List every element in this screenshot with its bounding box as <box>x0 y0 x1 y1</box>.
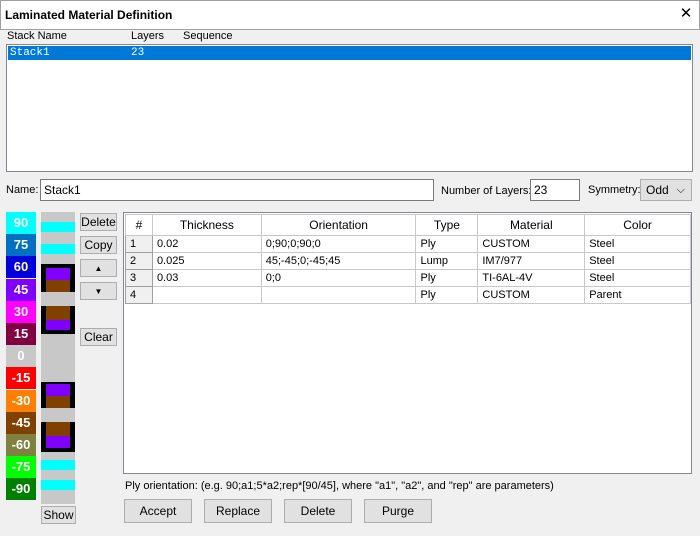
grid-col-number[interactable]: # <box>125 214 153 236</box>
legend-swatch: 75 <box>6 234 36 257</box>
sequence-layer <box>41 222 75 232</box>
legend-swatch: 30 <box>6 300 36 323</box>
row-number[interactable]: 3 <box>125 269 153 287</box>
cell-orientation[interactable]: 0;90;0;90;0 <box>260 235 417 253</box>
legend-swatch: -60 <box>6 434 36 456</box>
sequence-layer <box>41 254 75 264</box>
grid-col-orientation[interactable]: Orientation <box>260 214 417 236</box>
ply-grid[interactable]: # Thickness Orientation Type Material Co… <box>123 212 692 474</box>
sequence-layer <box>41 490 75 504</box>
symmetry-value: Odd <box>646 183 669 197</box>
table-row[interactable]: 1 0.02 0;90;0;90;0 Ply CUSTOM Steel <box>125 235 691 253</box>
move-down-icon[interactable]: ▼ <box>80 282 117 300</box>
row-number[interactable]: 4 <box>125 286 153 304</box>
cell-thickness[interactable]: 0.02 <box>151 235 262 253</box>
name-input[interactable]: Stack1 <box>40 179 434 201</box>
sequence-layer <box>41 306 75 320</box>
grid-col-type[interactable]: Type <box>415 214 479 236</box>
clear-button[interactable]: Clear <box>80 328 117 346</box>
cell-thickness[interactable]: 0.025 <box>151 252 262 270</box>
purge-button[interactable]: Purge <box>364 499 432 523</box>
cell-material[interactable]: TI-6AL-4V <box>477 269 586 287</box>
number-of-layers-input[interactable]: 23 <box>530 179 580 201</box>
cell-orientation[interactable] <box>260 286 417 304</box>
cell-thickness[interactable] <box>151 286 262 304</box>
cell-color[interactable]: Steel <box>584 252 691 270</box>
table-row[interactable]: 3 0.03 0;0 Ply TI-6AL-4V Steel <box>125 269 691 287</box>
sequence-layer <box>41 396 75 408</box>
sequence-layer <box>41 212 75 222</box>
legend-swatch: 90 <box>6 212 36 234</box>
window-title: Laminated Material Definition <box>5 8 173 22</box>
col-header-sequence[interactable]: Sequence <box>183 30 233 42</box>
sequence-layer <box>41 280 75 292</box>
stack-list[interactable]: Stack1 23 <box>6 44 693 172</box>
cell-thickness[interactable]: 0.03 <box>151 269 262 287</box>
name-label: Name: <box>6 184 39 196</box>
symmetry-label: Symmetry: <box>588 184 641 196</box>
sequence-layer <box>41 334 75 382</box>
delete-row-button[interactable]: Delete <box>80 213 117 231</box>
table-row[interactable]: 4 Ply CUSTOM Parent <box>125 286 691 304</box>
legend-swatch: -75 <box>6 456 36 479</box>
title-bar: Laminated Material Definition ✕ <box>0 0 700 30</box>
ply-orientation-hint: Ply orientation: (e.g. 90;a1;5*a2;rep*[9… <box>125 480 554 492</box>
accept-button[interactable]: Accept <box>124 499 192 523</box>
cell-orientation[interactable]: 45;-45;0;-45;45 <box>260 252 417 270</box>
col-header-stack-name[interactable]: Stack Name <box>7 30 67 42</box>
move-up-icon[interactable]: ▲ <box>80 259 117 277</box>
sequence-layer <box>41 268 75 280</box>
cell-material[interactable]: CUSTOM <box>477 286 586 304</box>
sequence-layer <box>41 244 75 254</box>
sequence-layer <box>41 384 75 396</box>
row-number[interactable]: 2 <box>125 252 153 270</box>
grid-col-material[interactable]: Material <box>477 214 586 236</box>
legend-swatch: -15 <box>6 367 36 390</box>
sequence-layer <box>41 480 75 490</box>
sequence-layer <box>41 232 75 244</box>
stack-row-layers: 23 <box>131 47 145 59</box>
grid-header-row: # Thickness Orientation Type Material Co… <box>125 214 691 236</box>
stack-row-name: Stack1 <box>10 47 50 59</box>
cell-type[interactable]: Ply <box>415 286 479 304</box>
sequence-layer <box>41 460 75 470</box>
cell-type[interactable]: Lump <box>415 252 479 270</box>
cell-material[interactable]: CUSTOM <box>477 235 586 253</box>
cell-material[interactable]: IM7/977 <box>477 252 586 270</box>
delete-button[interactable]: Delete <box>284 499 352 523</box>
chevron-down-icon: ⌵ <box>676 184 685 196</box>
sequence-layer <box>41 408 75 422</box>
symmetry-select[interactable]: Odd ⌵ <box>640 179 692 201</box>
col-header-layers[interactable]: Layers <box>131 30 164 42</box>
cell-color[interactable]: Steel <box>584 235 691 253</box>
sequence-layer <box>41 320 75 330</box>
legend-swatch: 60 <box>6 256 36 279</box>
sequence-layer <box>41 452 75 460</box>
sequence-layer <box>41 422 75 436</box>
row-number[interactable]: 1 <box>125 235 153 253</box>
grid-col-thickness[interactable]: Thickness <box>151 214 262 236</box>
show-button[interactable]: Show <box>41 506 76 524</box>
close-icon[interactable]: ✕ <box>679 6 693 22</box>
grid-col-color[interactable]: Color <box>584 214 691 236</box>
number-of-layers-label: Number of Layers: <box>441 185 532 197</box>
cell-color[interactable]: Parent <box>584 286 691 304</box>
cell-type[interactable]: Ply <box>415 235 479 253</box>
legend-swatch: 45 <box>6 278 36 301</box>
legend-swatch: 15 <box>6 323 36 345</box>
sequence-layer <box>41 470 75 480</box>
legend-swatch: 0 <box>6 345 36 368</box>
copy-row-button[interactable]: Copy <box>80 236 117 254</box>
stack-list-row[interactable]: Stack1 23 <box>8 46 691 60</box>
cell-color[interactable]: Steel <box>584 269 691 287</box>
legend-swatch: -90 <box>6 478 36 501</box>
legend-swatch: -45 <box>6 411 36 434</box>
sequence-layer <box>41 436 75 448</box>
cell-orientation[interactable]: 0;0 <box>260 269 417 287</box>
sequence-layer <box>41 292 75 306</box>
legend-swatch: -30 <box>6 389 36 412</box>
replace-button[interactable]: Replace <box>204 499 272 523</box>
table-row[interactable]: 2 0.025 45;-45;0;-45;45 Lump IM7/977 Ste… <box>125 252 691 270</box>
cell-type[interactable]: Ply <box>415 269 479 287</box>
